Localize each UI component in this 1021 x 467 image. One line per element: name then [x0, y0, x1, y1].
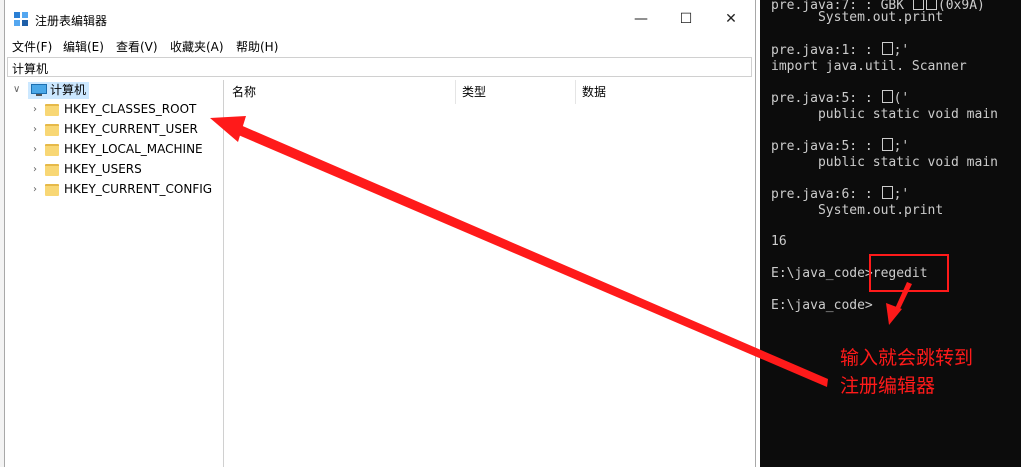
arrow-to-tree — [236, 124, 828, 387]
annotation-line: 注册编辑器 — [840, 375, 936, 397]
annotation-line: 输入就会跳转到 — [840, 347, 974, 369]
annotation-text: 输入就会跳转到 注册编辑器 — [840, 344, 973, 400]
arrow-head-tree — [210, 116, 246, 142]
